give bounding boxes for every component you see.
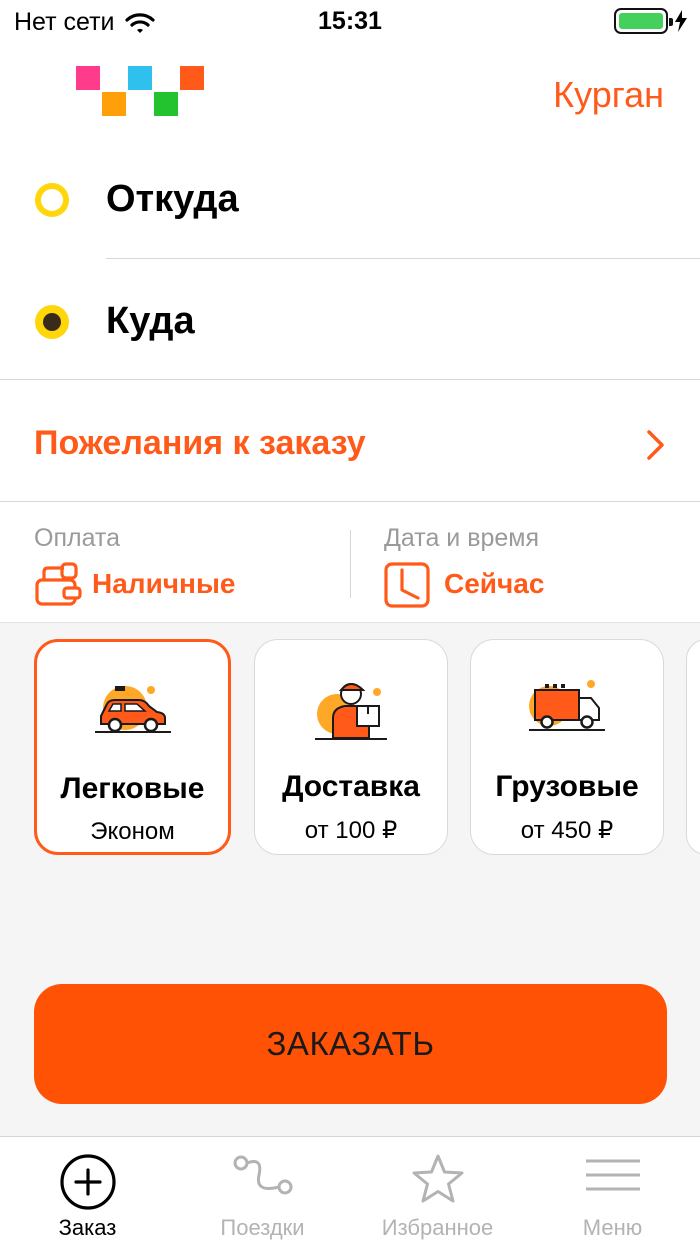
- chevron-right-icon: [647, 430, 664, 460]
- order-button[interactable]: ЗАКАЗАТЬ: [34, 984, 667, 1104]
- tab-menu[interactable]: Меню: [525, 1137, 700, 1244]
- city-selector[interactable]: Курган: [553, 74, 664, 116]
- clock-icon: [384, 562, 430, 608]
- tariff-title: Легковые: [60, 772, 205, 805]
- tab-favorites[interactable]: Избранное: [350, 1137, 525, 1244]
- tariff-card-cars[interactable]: Легковые Эконом: [34, 639, 231, 855]
- datetime-caption: Дата и время: [384, 524, 540, 552]
- datetime-value: Сейчас: [444, 568, 545, 599]
- tab-order[interactable]: Заказ: [0, 1137, 175, 1244]
- from-point-icon: [35, 183, 69, 217]
- route-icon: [233, 1155, 292, 1195]
- tariff-subtitle: от 450 ₽: [520, 817, 614, 844]
- tariff-title: Грузовые: [495, 770, 639, 803]
- car-illustration-icon: [94, 686, 171, 733]
- order-wishes-label: Пожелания к заказу: [34, 424, 366, 462]
- to-point-icon: [35, 305, 69, 339]
- tab-label: Заказ: [58, 1215, 117, 1240]
- payment-value: Наличные: [92, 568, 236, 599]
- tab-trips[interactable]: Поездки: [175, 1137, 350, 1244]
- datetime-option[interactable]: Дата и время Сейчас: [350, 502, 700, 622]
- route-from-label: Откуда: [106, 178, 239, 220]
- tab-label: Поездки: [220, 1215, 305, 1240]
- route-from-row[interactable]: Откуда: [0, 140, 700, 260]
- courier-illustration-icon: [315, 683, 387, 740]
- route-to-row[interactable]: Куда: [0, 262, 700, 382]
- tariff-title: Доставка: [282, 770, 420, 803]
- tariff-card-delivery[interactable]: Доставка от 100 ₽: [254, 639, 448, 855]
- tab-label: Меню: [582, 1215, 643, 1240]
- route-divider: [106, 258, 700, 259]
- logo: [76, 66, 212, 122]
- order-wishes-row[interactable]: Пожелания к заказу: [0, 380, 700, 502]
- star-icon: [412, 1154, 463, 1203]
- charging-icon: [675, 10, 687, 32]
- tab-label: Избранное: [381, 1215, 494, 1240]
- status-time: 15:31: [318, 7, 382, 35]
- status-bar: Нет сети 15:31: [0, 0, 700, 44]
- status-right: [614, 8, 688, 34]
- tariff-subtitle: Эконом: [90, 818, 175, 845]
- route-to-label: Куда: [106, 300, 195, 342]
- payment-caption: Оплата: [34, 524, 120, 552]
- payment-option[interactable]: Оплата Наличные: [0, 502, 350, 622]
- plus-circle-icon: [59, 1154, 116, 1210]
- battery-icon: [614, 8, 673, 34]
- tariff-subtitle: от 100 ₽: [304, 817, 398, 844]
- tab-bar: Заказ Поездки Избранное Меню: [0, 1136, 700, 1244]
- menu-icon: [585, 1159, 640, 1191]
- wallet-icon: [35, 562, 82, 606]
- truck-illustration-icon: [529, 680, 605, 731]
- tariff-card-trucks[interactable]: Грузовые от 450 ₽: [470, 639, 664, 855]
- tariff-card-next[interactable]: [686, 639, 700, 855]
- options-row: Оплата Наличные Дата и время Сейчас: [0, 502, 700, 622]
- header: Курган: [0, 44, 700, 144]
